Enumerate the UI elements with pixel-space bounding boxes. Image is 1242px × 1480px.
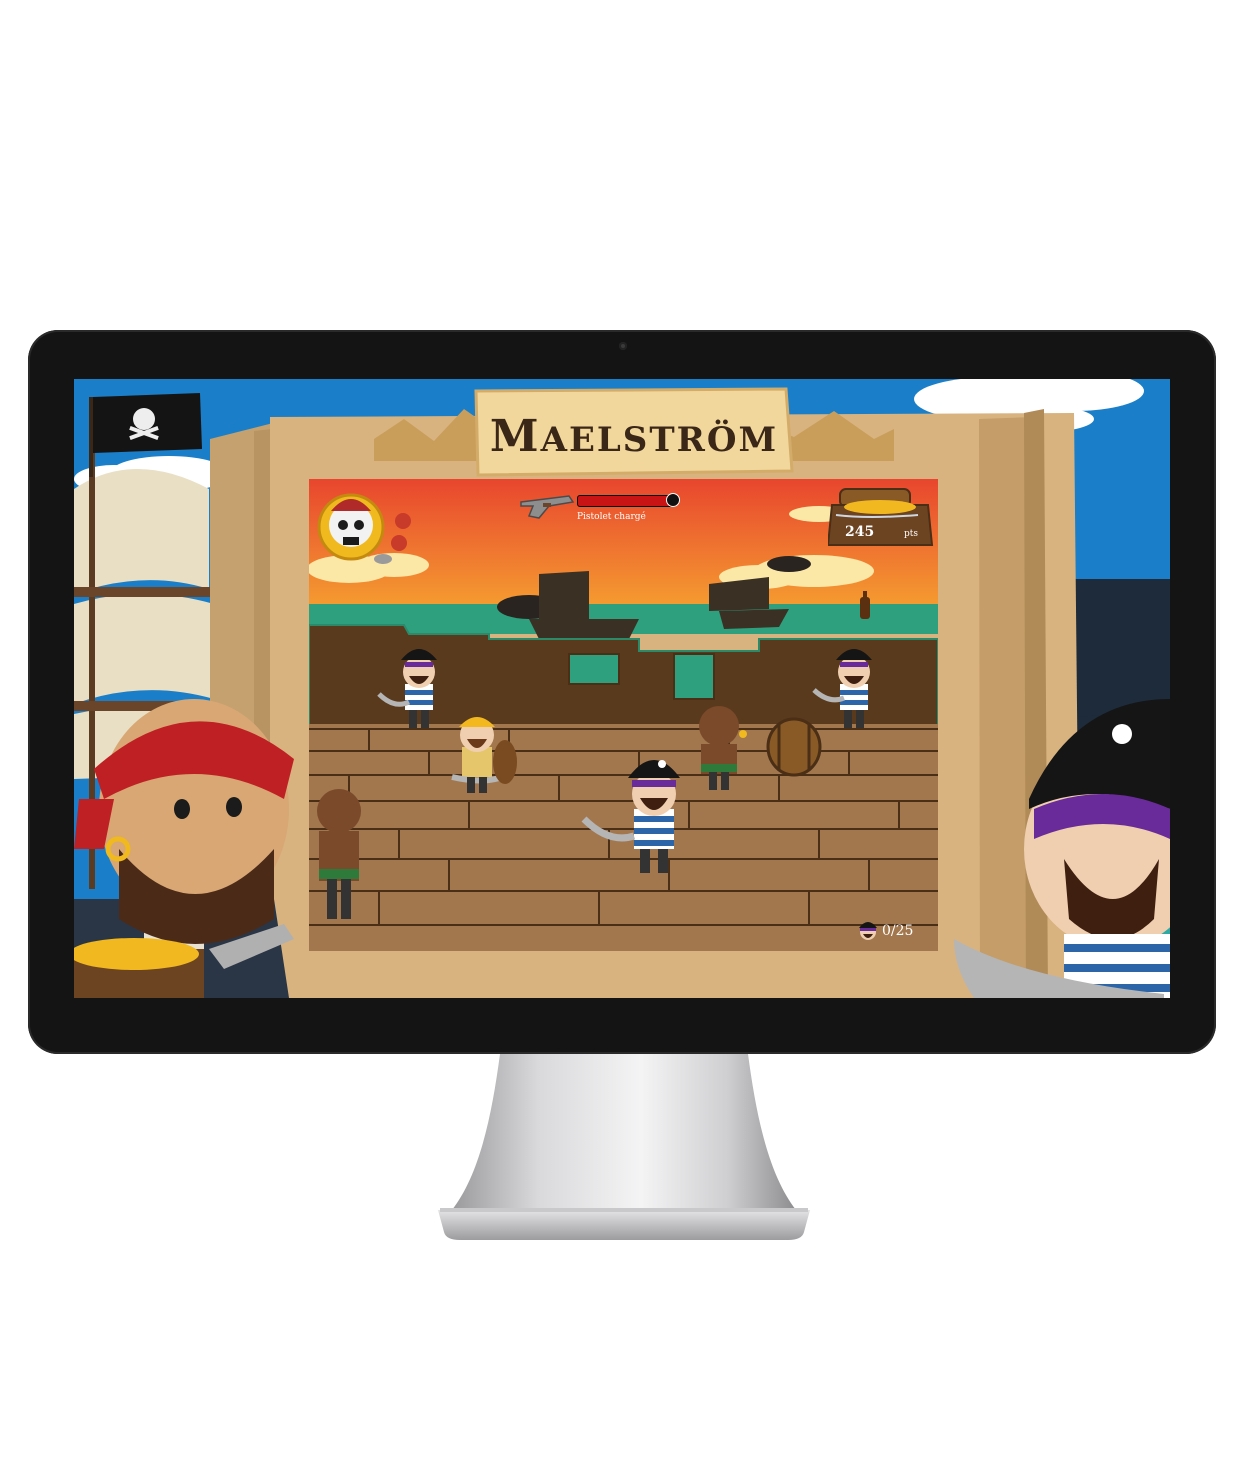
pirate-enemy[interactable] <box>812 649 872 728</box>
pirate-enemy[interactable] <box>377 649 437 728</box>
skull-emblem-icon <box>317 493 411 564</box>
pirate-head-icon <box>859 922 877 940</box>
flintlock-pistol-icon <box>520 495 575 519</box>
pirate-enemy[interactable] <box>451 717 517 793</box>
kill-counter: 0/25 <box>882 923 914 939</box>
treasure-chest-icon <box>828 488 934 546</box>
title-rest: AELSTRÖM <box>540 419 779 460</box>
title-initial: M <box>489 410 541 462</box>
pirate-enemy[interactable] <box>317 789 361 919</box>
reload-bar-fill <box>578 496 674 506</box>
reload-bar-knob <box>666 493 680 507</box>
score-value: 245 <box>845 524 875 540</box>
score-unit: pts <box>904 529 918 539</box>
game-viewport[interactable]: Pistolet chargé 245 pts 0/25 <box>309 479 938 951</box>
weapon-status-label: Pistolet chargé <box>577 512 646 522</box>
pirate-enemy[interactable] <box>581 760 680 873</box>
reload-bar <box>577 495 677 507</box>
monitor-stand <box>438 1054 810 1240</box>
webcam-icon <box>619 342 627 350</box>
game-title: MAELSTRÖM <box>478 401 790 471</box>
pirate-enemy[interactable] <box>699 706 747 790</box>
